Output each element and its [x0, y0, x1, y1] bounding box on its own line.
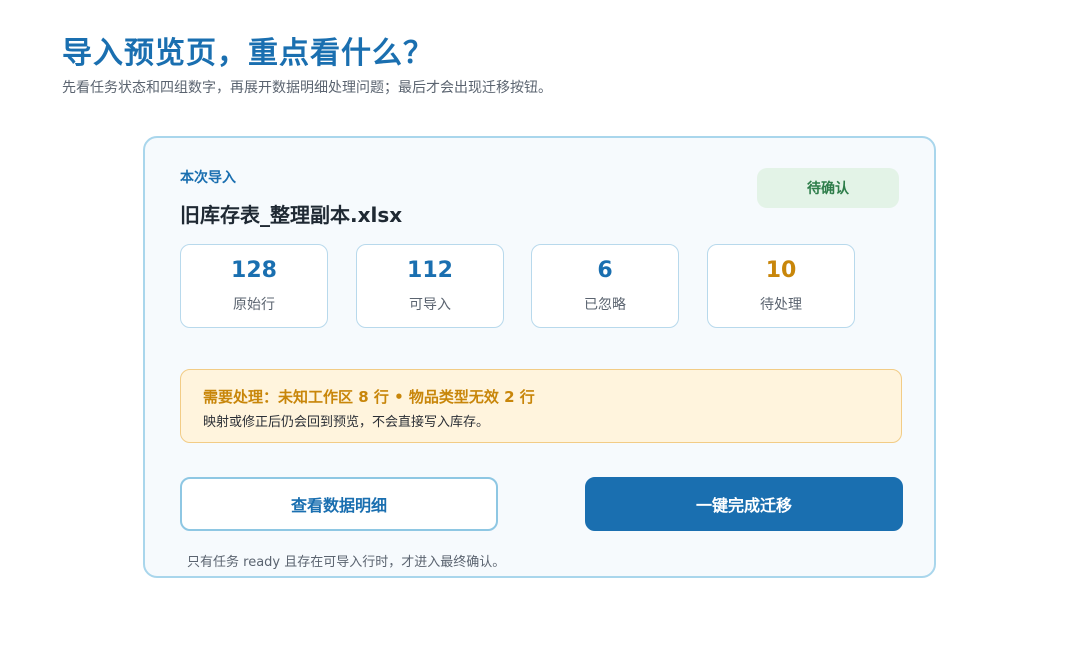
attention-alert: 需要处理：未知工作区 8 行 • 物品类型无效 2 行 映射或修正后仍会回到预览… [180, 369, 902, 443]
section-label: 本次导入 [180, 170, 236, 186]
stat-label: 可导入 [409, 297, 451, 313]
stat-value: 6 [597, 258, 613, 283]
stat-label: 已忽略 [584, 297, 626, 313]
footnote: 只有任务 ready 且存在可导入行时，才进入最终确认。 [187, 555, 506, 570]
alert-title: 需要处理：未知工作区 8 行 • 物品类型无效 2 行 [203, 388, 535, 406]
view-details-button[interactable]: 查看数据明细 [180, 477, 498, 531]
complete-migration-button[interactable]: 一键完成迁移 [585, 477, 903, 531]
stat-value: 128 [231, 258, 277, 283]
page-subtitle: 先看任务状态和四组数字，再展开数据明细处理问题；最后才会出现迁移按钮。 [62, 80, 552, 96]
import-preview-page: 导入预览页，重点看什么？ 先看任务状态和四组数字，再展开数据明细处理问题；最后才… [0, 0, 1080, 648]
stat-label: 待处理 [760, 297, 802, 313]
stat-card-original-rows: 128 原始行 [180, 244, 328, 328]
stat-card-pending: 10 待处理 [707, 244, 855, 328]
status-badge: 待确认 [757, 168, 899, 208]
stat-value: 112 [407, 258, 453, 283]
stat-card-ignored: 6 已忽略 [531, 244, 679, 328]
stat-card-importable: 112 可导入 [356, 244, 504, 328]
file-name: 旧库存表_整理副本.xlsx [180, 203, 403, 227]
stat-label: 原始行 [233, 297, 275, 313]
stat-value: 10 [765, 258, 797, 283]
import-card: 本次导入 旧库存表_整理副本.xlsx 待确认 128 原始行 112 可导入 … [143, 136, 936, 578]
page-title: 导入预览页，重点看什么？ [62, 36, 434, 71]
alert-text: 映射或修正后仍会回到预览，不会直接写入库存。 [203, 415, 490, 430]
